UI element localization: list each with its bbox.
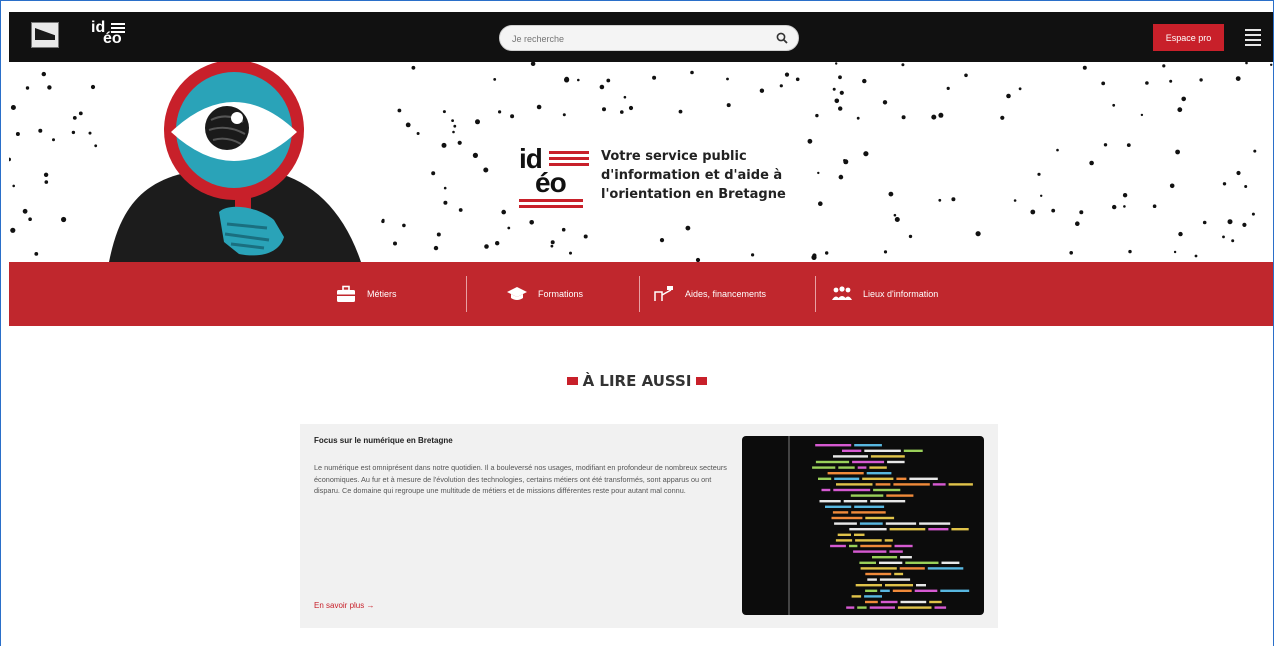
ideo-logo[interactable]: id éo [91, 19, 127, 51]
nav-label-formations: Formations [538, 289, 584, 299]
read-more-label: En savoir plus [314, 601, 365, 610]
tagline-line-2: d'information et d'aide à [601, 168, 783, 183]
arrow-right-icon: → [366, 601, 375, 610]
nav-label-metiers: Métiers [367, 289, 397, 299]
nav-label-aides: Aides, financements [685, 289, 767, 299]
nav-divider [639, 276, 640, 312]
top-bar: id éo Espace pro [9, 12, 1273, 62]
article-card[interactable]: Focus sur le numérique en Bretagne Le nu… [300, 424, 998, 628]
tagline-line-1: Votre service public [601, 149, 747, 164]
tagline-line-3: l'orientation en Bretagne [601, 187, 786, 202]
hero-logo-eo: éo [535, 167, 567, 198]
ideo-hero-logo: id éo [517, 137, 595, 208]
briefcase-icon [337, 285, 355, 302]
title-decoration-left [566, 377, 578, 385]
hand-money-icon [654, 286, 673, 301]
section-title-text: À LIRE AUSSI [582, 372, 692, 390]
card-description: Le numérique est omniprésent dans notre … [314, 463, 727, 495]
search-input[interactable] [512, 30, 762, 47]
graduation-cap-icon [507, 287, 527, 300]
nav-divider [815, 276, 816, 312]
nav-label-lieux: Lieux d'information [863, 289, 939, 299]
code-lines-graphic [788, 436, 973, 615]
code-screen-image [742, 436, 984, 615]
search-icon[interactable] [776, 32, 788, 44]
magnifier-eye-illustration [109, 62, 361, 262]
nav-item-formations[interactable]: Formations [506, 280, 583, 308]
read-more-link[interactable]: En savoir plus → [314, 601, 374, 610]
espace-pro-button[interactable]: Espace pro [1153, 24, 1224, 51]
nav-item-aides[interactable]: Aides, financements [653, 280, 766, 308]
title-decoration-right [696, 377, 708, 385]
nav-divider [466, 276, 467, 312]
nav-item-metiers[interactable]: Métiers [335, 280, 397, 308]
hero-banner: id éo Votre service public d'information… [9, 62, 1273, 262]
section-title: À LIRE AUSSI [0, 372, 1274, 390]
card-title: Focus sur le numérique en Bretagne [314, 436, 453, 445]
hero-tagline: Votre service public d'information et d'… [601, 147, 811, 204]
hamburger-menu-icon[interactable] [1245, 26, 1261, 48]
people-group-icon [832, 286, 852, 300]
nav-item-lieux[interactable]: Lieux d'information [831, 280, 938, 308]
search-box [499, 25, 799, 51]
main-nav: Métiers Formations Aides, financements L… [9, 262, 1273, 326]
region-bretagne-logo[interactable] [31, 22, 59, 48]
